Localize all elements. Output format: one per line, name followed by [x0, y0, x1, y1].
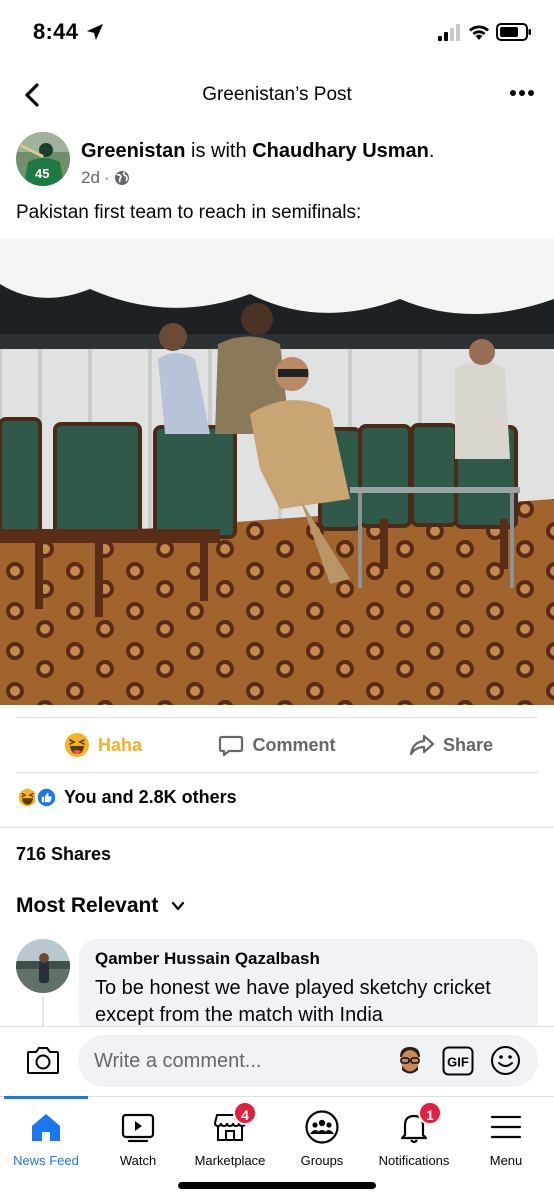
haha-reaction-button[interactable]: Haha: [16, 732, 190, 758]
divider: [0, 827, 554, 828]
battery-icon: [496, 23, 531, 41]
home-icon: [32, 1114, 60, 1141]
share-label: Share: [442, 734, 494, 755]
camera-icon[interactable]: [26, 1045, 60, 1075]
tab-label: Notifications: [378, 1153, 450, 1168]
page-title: Greenistan’s Post: [202, 84, 352, 105]
location-arrow-icon: [86, 23, 104, 41]
author-name[interactable]: Greenistan: [81, 140, 185, 162]
tab-label: Marketplace: [194, 1153, 266, 1168]
post-time[interactable]: 2d: [81, 168, 100, 188]
post-action-bar: Haha Comment Share: [16, 717, 538, 773]
watch-icon: [121, 1113, 155, 1143]
tagged-name[interactable]: Chaudhary Usman: [252, 140, 429, 162]
gif-button[interactable]: GIF: [442, 1046, 474, 1076]
menu-icon: [490, 1115, 522, 1139]
cellular-signal-icon: [438, 24, 460, 41]
jersey-number: 45: [35, 166, 49, 181]
haha-emoji-icon: [64, 733, 89, 757]
tab-watch[interactable]: Watch: [88, 1107, 188, 1168]
more-options-icon[interactable]: [508, 86, 536, 100]
emoji-icon[interactable]: [490, 1045, 521, 1076]
avatar-sticker-icon[interactable]: [396, 1045, 424, 1077]
notifications-badge: 1: [418, 1101, 442, 1125]
ceremony-photo-image: [0, 239, 554, 705]
shares-count[interactable]: 716 Shares: [16, 844, 111, 865]
comment-thread-line: [42, 996, 44, 1026]
tab-groups[interactable]: Groups: [272, 1107, 372, 1168]
share-arrow-icon: [409, 734, 435, 756]
cricketer-avatar-image: 45: [16, 132, 70, 186]
with-text: is with: [191, 140, 247, 162]
tab-news-feed[interactable]: News Feed: [0, 1107, 96, 1168]
author-line: Greenistan is with Chaudhary Usman.: [81, 140, 435, 162]
tab-label: Groups: [300, 1153, 344, 1168]
post-text: Pakistan first team to reach in semifina…: [16, 202, 362, 223]
comment-sort-dropdown[interactable]: Most Relevant: [16, 894, 186, 918]
tab-label: News Feed: [13, 1153, 79, 1168]
gif-label: GIF: [447, 1055, 469, 1070]
globe-icon: [114, 171, 129, 185]
comment-composer: GIF: [0, 1026, 554, 1096]
commenter-photo-image: [16, 939, 70, 993]
post-header: 45 Greenistan is with Chaudhary Usman. 2…: [0, 130, 554, 192]
nav-header: Greenistan’s Post: [0, 66, 554, 124]
marketplace-badge: 4: [233, 1101, 257, 1125]
chevron-down-icon: [172, 901, 185, 911]
reactions-count-text: You and 2.8K others: [64, 787, 237, 807]
tab-notifications[interactable]: Notifications: [364, 1107, 464, 1168]
comment-bubble-icon: [219, 735, 244, 757]
sort-label: Most Relevant: [16, 894, 159, 917]
gif-icon: GIF: [442, 1046, 474, 1076]
commenter-name[interactable]: Qamber Hussain Qazalbash: [95, 949, 522, 969]
status-bar: 8:44: [0, 0, 554, 66]
tab-menu[interactable]: Menu: [456, 1107, 554, 1168]
active-tab-indicator: [4, 1096, 88, 1099]
home-indicator: [178, 1182, 376, 1189]
author-avatar[interactable]: 45: [16, 132, 70, 186]
comment-text: To be honest we have played sketchy cric…: [95, 977, 491, 1026]
status-time: 8:44: [33, 19, 79, 44]
comment-bubble[interactable]: Qamber Hussain Qazalbash To be honest we…: [79, 939, 538, 1039]
share-button[interactable]: Share: [364, 732, 538, 758]
comment-button[interactable]: Comment: [190, 732, 364, 758]
reactions-summary[interactable]: You and 2.8K others: [16, 786, 237, 809]
post-photo[interactable]: [0, 239, 554, 705]
haha-label: Haha: [97, 734, 142, 755]
wifi-icon: [469, 25, 489, 40]
like-reaction-icon: [35, 786, 58, 809]
tab-marketplace[interactable]: Marketplace: [180, 1107, 280, 1168]
groups-icon: [305, 1110, 339, 1144]
bottom-tab-bar: News Feed Watch Marketplace 4 Groups Not…: [0, 1096, 554, 1200]
tab-label: Menu: [489, 1153, 523, 1168]
commenter-avatar[interactable]: [16, 939, 70, 993]
comment-label: Comment: [252, 734, 336, 755]
post-meta: 2d ·: [81, 168, 130, 188]
tab-label: Watch: [119, 1153, 157, 1168]
